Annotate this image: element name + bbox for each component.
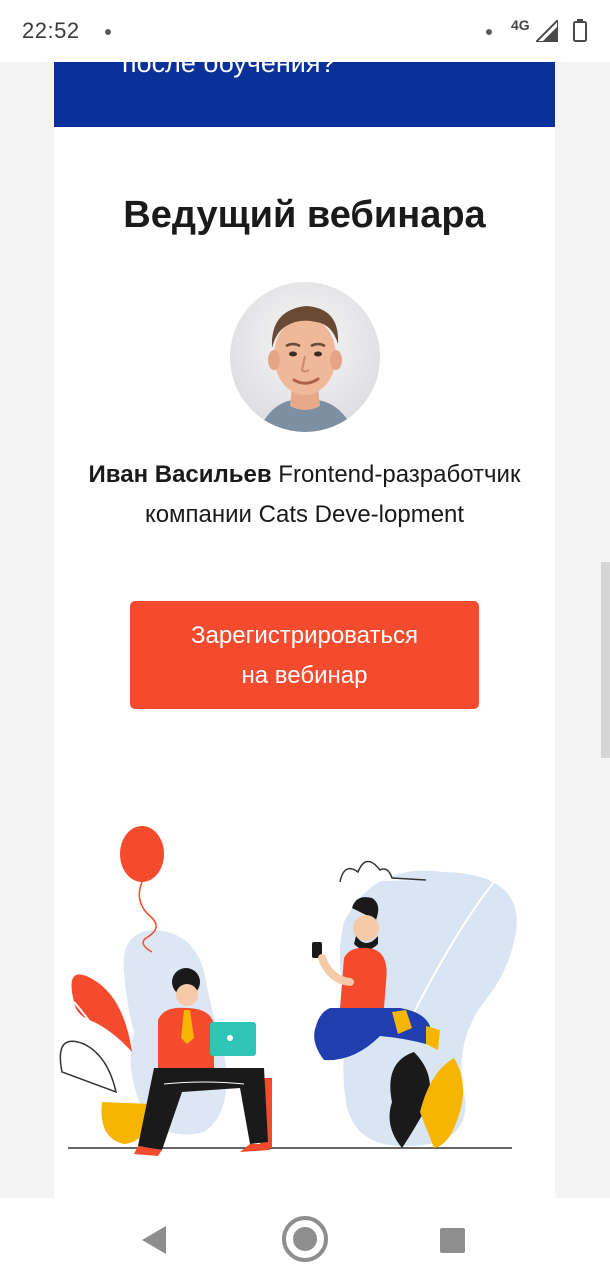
blue-banner: после обучения?	[54, 62, 555, 127]
host-photo-icon	[230, 282, 380, 432]
battery-icon	[573, 19, 587, 42]
screen: 22:52 4G после обучения? Ведущий вебинар…	[0, 0, 610, 1280]
register-webinar-button[interactable]: Зарегистрироваться на вебинар	[130, 601, 479, 709]
host-description: Иван Васильев Frontend-разработчик компа…	[80, 455, 529, 535]
status-bar: 22:52 4G	[0, 0, 610, 62]
signal-icon	[536, 20, 558, 42]
section-title: Ведущий вебинара	[123, 194, 486, 236]
home-circle-icon[interactable]	[281, 1215, 329, 1263]
back-triangle-icon[interactable]	[142, 1226, 166, 1254]
network-type: 4G	[511, 17, 530, 33]
register-button-line2: на вебинар	[241, 662, 368, 689]
host-name: Иван Васильев	[88, 461, 272, 488]
page-content: после обучения? Ведущий вебинара Иван Ва…	[54, 62, 555, 1198]
host-avatar	[230, 282, 380, 432]
webinar-illustration	[59, 826, 517, 1156]
notification-dot-icon	[105, 29, 111, 35]
recent-apps-square-icon[interactable]	[440, 1228, 465, 1253]
register-button-line1: Зарегистрироваться	[191, 622, 418, 649]
banner-text: после обучения?	[122, 62, 336, 78]
status-time: 22:52	[22, 18, 80, 43]
scrollbar[interactable]	[601, 562, 610, 758]
status-dot-icon	[486, 29, 492, 35]
